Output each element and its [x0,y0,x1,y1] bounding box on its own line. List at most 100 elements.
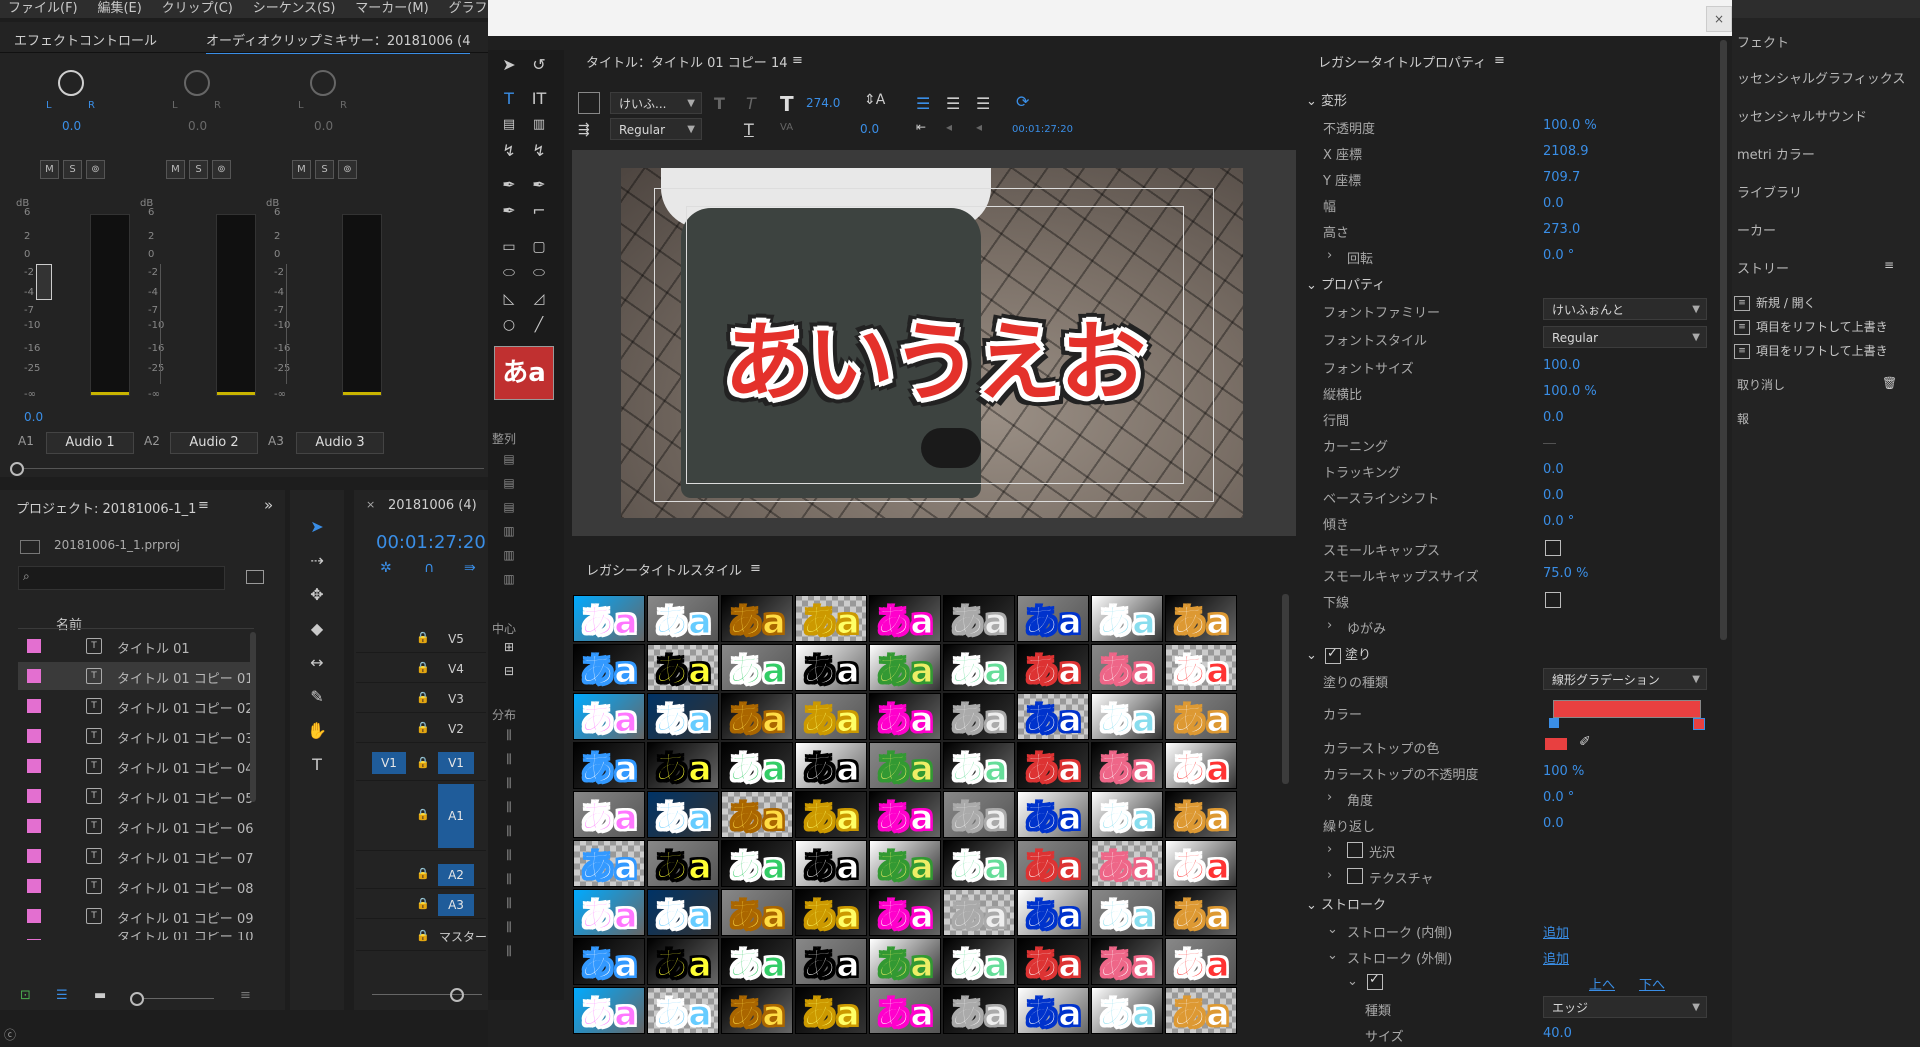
lock-icon[interactable]: 🔒 [416,756,430,769]
style-swatch[interactable]: あa [869,840,941,887]
pan-value[interactable]: 0.0 [62,119,81,133]
vertical-type-tool-icon[interactable]: IT [528,88,550,110]
style-swatch[interactable]: あa [869,889,941,936]
prop-value[interactable]: 100.0 % [1543,384,1597,399]
leading-value[interactable]: 0.0 [860,122,879,136]
style-swatch[interactable]: あa [721,889,793,936]
solo-button[interactable]: S [63,160,82,179]
pan-value[interactable]: 0.0 [314,119,333,133]
panel-essential-sound[interactable]: ッセンシャルサウンド [1737,106,1867,125]
track-label[interactable]: V4 [438,658,474,680]
history-item[interactable]: ≡ 新規 / 開く [1734,294,1898,316]
panel-libraries[interactable]: ライブラリ [1737,182,1802,201]
style-swatch[interactable]: あa [1091,644,1163,691]
nest-icon[interactable]: ✲ [380,560,392,576]
style-swatch[interactable]: あa [795,987,867,1034]
rectangle-tool-icon[interactable]: ▭ [498,236,520,258]
style-swatch[interactable]: あa [795,742,867,789]
smallcaps-checkbox[interactable] [1545,540,1561,556]
properties-menu-icon[interactable]: ≡ [1494,53,1505,68]
align-left-icon[interactable]: ▤ [498,450,520,468]
prop-value[interactable]: 100.0 % [1543,118,1597,133]
fill-type-dropdown[interactable]: 線形グラデーション ▼ [1543,668,1707,690]
record-button[interactable]: ⊚ [338,160,357,179]
style-swatch[interactable]: あa [1091,987,1163,1034]
style-swatch[interactable]: あa [721,987,793,1034]
area-type-tool-icon[interactable]: ▤ [498,114,520,136]
style-swatch[interactable]: あa [573,644,645,691]
style-swatch[interactable]: あa [1091,693,1163,740]
align-top-icon[interactable]: ▥ [498,522,520,540]
pan-knob[interactable] [310,70,336,96]
expand-icon[interactable]: › [1327,868,1332,883]
title-menu-icon[interactable]: ≡ [792,53,803,68]
style-swatch[interactable]: あa [573,693,645,740]
selection-tool-icon[interactable]: ➤ [306,516,328,538]
vertical-scrollbar[interactable] [250,632,256,802]
history-menu-icon[interactable]: ≡ [1884,258,1894,272]
expand-icon[interactable]: › [1327,618,1332,633]
project-item[interactable]: T タイトル 01 コピー 06 [18,812,254,840]
italic-icon[interactable]: T [746,94,756,113]
distribute-icon[interactable]: ⫼ [498,870,520,888]
expand-icon[interactable]: › [1327,248,1332,263]
track-label[interactable]: A1 [438,784,474,848]
bold-icon[interactable]: T [714,94,725,113]
style-swatch[interactable]: あa [1017,840,1089,887]
vertical-area-type-tool-icon[interactable]: ▥ [528,114,550,136]
style-swatch[interactable]: あa [795,693,867,740]
style-swatch[interactable]: あa [721,644,793,691]
style-swatch[interactable]: あa [869,938,941,985]
project-item[interactable]: T タイトル 01 コピー 05 [18,782,254,810]
pan-value[interactable]: 0.0 [188,119,207,133]
solo-button[interactable]: S [189,160,208,179]
style-swatch[interactable]: あa [869,791,941,838]
linked-selection-icon[interactable]: ⇛ [464,560,476,576]
trash-icon[interactable]: 🗑 [1882,376,1897,390]
stroke-enable-checkbox[interactable] [1367,972,1383,990]
align-left-text-icon[interactable]: ☰ [916,94,930,113]
lock-icon[interactable]: 🔒 [416,721,430,734]
prop-value[interactable]: 709.7 [1543,170,1580,185]
type-tool-icon[interactable]: T [498,88,520,110]
tab-stops-icon[interactable]: ⇶ [578,122,590,138]
info-panel-label[interactable]: 報 [1737,410,1749,427]
style-swatch[interactable]: あa [1017,889,1089,936]
style-swatch[interactable]: あa [647,595,719,642]
pen-tool-icon[interactable]: ✒ [498,174,520,196]
style-swatch[interactable]: あa [795,595,867,642]
lock-icon[interactable]: 🔒 [416,867,430,880]
style-swatch[interactable]: あa [573,595,645,642]
style-swatch[interactable]: あa [1091,791,1163,838]
style-swatch[interactable]: あa [869,644,941,691]
add-anchor-tool-icon[interactable]: ✒ [498,200,520,222]
pan-knob[interactable] [184,70,210,96]
track-row-v2[interactable]: 🔒 V2 [356,716,486,743]
project-item[interactable]: T タイトル 01 [18,632,254,660]
style-swatch[interactable]: あa [721,693,793,740]
track-label[interactable]: V5 [438,628,474,650]
eyedropper-icon[interactable]: ✐ [1579,734,1591,750]
rounded-rectangle-tool-icon[interactable]: ▢ [528,236,550,258]
distribute-icon[interactable]: ⫼ [498,726,520,744]
distribute-icon[interactable]: ⫼ [498,894,520,912]
project-item[interactable]: T タイトル 01 コピー 02 [18,692,254,720]
snap-icon[interactable]: ∩ [424,560,434,576]
project-item[interactable]: T タイトル 01 コピー 03 [18,722,254,750]
lock-icon[interactable]: 🔒 [416,929,430,942]
style-swatch[interactable]: あa [795,644,867,691]
style-swatch[interactable]: あa [1017,595,1089,642]
section-fill[interactable]: ⌄ 塗り [1306,644,1371,664]
style-swatch[interactable]: あa [647,791,719,838]
prop-value[interactable]: 0.0 [1543,410,1564,425]
texture-checkbox[interactable] [1347,868,1363,884]
underline-checkbox[interactable] [1545,592,1561,608]
title-text-object[interactable]: あいうえお [724,308,1164,418]
mute-button[interactable]: M [292,160,311,179]
align-center-icon[interactable]: ▤ [498,474,520,492]
style-swatch[interactable]: あa [1017,742,1089,789]
styles-scrollbar[interactable] [1282,594,1289,784]
style-swatch[interactable]: あa [721,595,793,642]
track-label[interactable]: V1 [438,752,474,774]
style-swatch[interactable]: あa [1091,595,1163,642]
